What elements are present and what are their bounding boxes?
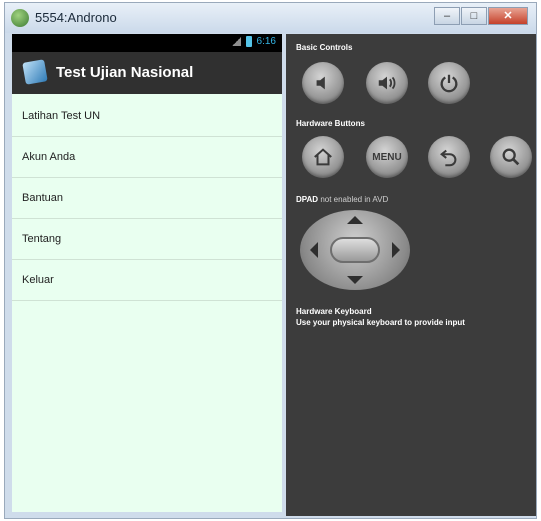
power-button[interactable] (428, 62, 470, 104)
volume-down-icon (316, 76, 325, 90)
dpad-label-strong: DPAD (296, 195, 319, 204)
emulator-controls-panel: Basic Controls Hardware Buttons MENU DPA… (286, 34, 536, 516)
keyboard-title: Hardware Keyboard (296, 307, 372, 316)
menu-button[interactable]: MENU (366, 136, 408, 178)
close-button[interactable]: ✕ (488, 7, 528, 25)
app-logo-icon (22, 59, 48, 85)
hardware-buttons-label: Hardware Buttons (296, 119, 365, 128)
dpad-up-button[interactable] (347, 216, 363, 224)
menu-button-label: MENU (372, 151, 402, 163)
minimize-button[interactable]: – (434, 7, 460, 25)
status-clock: 6:16 (256, 36, 276, 47)
back-icon (440, 149, 457, 167)
keyboard-hint: Use your physical keyboard to provide in… (296, 318, 465, 327)
volume-down-button[interactable] (302, 62, 344, 104)
list-item-bantuan[interactable]: Bantuan (12, 178, 282, 219)
dpad-down-button[interactable] (347, 276, 363, 284)
list-item-keluar[interactable]: Keluar (12, 260, 282, 301)
action-bar: Test Ujian Nasional (12, 52, 282, 94)
signal-icon (231, 37, 241, 46)
dpad-label-rest: not enabled in AVD (320, 195, 389, 204)
home-button[interactable] (302, 136, 344, 178)
list-item-latihan[interactable]: Latihan Test UN (12, 96, 282, 137)
dpad (300, 210, 410, 290)
search-icon (502, 148, 520, 166)
app-title: Test Ujian Nasional (56, 64, 194, 81)
home-icon (314, 148, 332, 166)
dpad-right-button[interactable] (392, 242, 400, 258)
android-emulator-icon (11, 9, 29, 27)
list-item-akun[interactable]: Akun Anda (12, 137, 282, 178)
power-icon (440, 74, 458, 93)
back-button[interactable] (428, 136, 470, 178)
dpad-center-button[interactable] (330, 237, 380, 263)
maximize-button[interactable]: □ (461, 7, 487, 25)
window-title: 5554:Androno (35, 10, 117, 25)
volume-up-icon (378, 76, 396, 90)
status-bar: 6:16 (12, 34, 282, 52)
dpad-left-button[interactable] (310, 242, 318, 258)
dpad-label: DPAD not enabled in AVD (296, 195, 388, 204)
menu-list: Latihan Test UN Akun Anda Bantuan Tentan… (12, 96, 282, 301)
device-screen: 6:16 Test Ujian Nasional Latihan Test UN… (12, 34, 282, 512)
basic-controls-label: Basic Controls (296, 43, 353, 52)
window-titlebar[interactable]: 5554:Androno – □ ✕ (5, 3, 536, 33)
list-item-tentang[interactable]: Tentang (12, 219, 282, 260)
hardware-keyboard-info: Hardware Keyboard Use your physical keyb… (296, 306, 465, 328)
battery-icon (245, 36, 252, 47)
volume-up-button[interactable] (366, 62, 408, 104)
search-button[interactable] (490, 136, 532, 178)
